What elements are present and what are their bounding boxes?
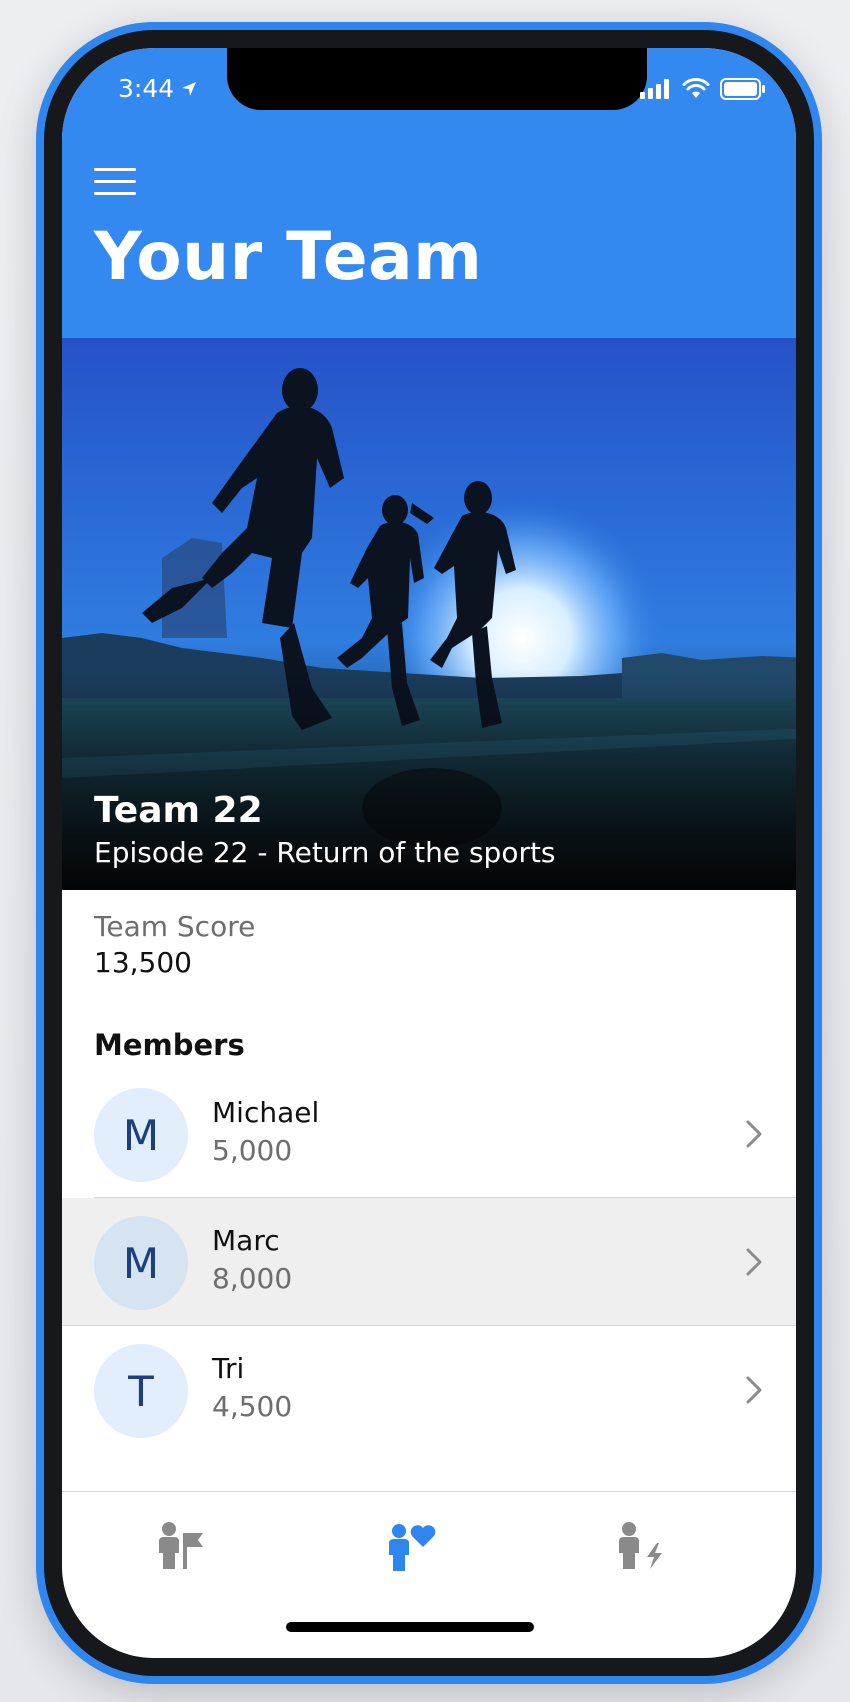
member-row-michael[interactable]: M Michael 5,000 [62,1070,796,1198]
member-name: Tri [212,1352,245,1385]
chevron-right-icon [746,1376,762,1404]
member-name: Michael [212,1096,320,1129]
tab-person-bolt[interactable] [606,1518,676,1574]
member-score: 5,000 [212,1134,293,1167]
screen: 3:44 Your Team Team 22 Episode 22 - Retu… [62,48,796,1658]
chevron-right-icon [746,1120,762,1148]
member-row-marc[interactable]: M Marc 8,000 [62,1198,796,1326]
person-heart-icon [389,1524,436,1571]
member-row-tri[interactable]: T Tri 4,500 [62,1326,796,1454]
person-flag-icon [159,1522,203,1569]
status-icons [640,78,766,100]
member-score: 4,500 [212,1390,293,1423]
chevron-right-icon [746,1248,762,1276]
header: 3:44 Your Team [62,48,796,338]
member-name: Marc [212,1224,280,1257]
wifi-icon [682,78,710,98]
members-heading: Members [94,1028,245,1062]
members-list: M Michael 5,000 M Marc 8,000 T Tri 4,500 [62,1070,796,1454]
phone-frame: 3:44 Your Team Team 22 Episode 22 - Retu… [36,22,822,1684]
team-score-label: Team Score [94,910,256,943]
team-hero-image: Team 22 Episode 22 - Return of the sport… [62,338,796,890]
phone-bezel: 3:44 Your Team Team 22 Episode 22 - Retu… [44,30,814,1676]
team-score-value: 13,500 [94,946,192,979]
stage: 3:44 Your Team Team 22 Episode 22 - Retu… [0,0,850,1702]
tab-person-flag[interactable] [146,1518,216,1574]
person-bolt-icon [619,1522,662,1569]
avatar: M [94,1088,188,1182]
cellular-signal-icon [640,79,669,99]
location-arrow-icon [182,81,197,96]
member-score: 8,000 [212,1262,293,1295]
status-time: 3:44 [118,74,198,103]
hamburger-menu-icon[interactable] [94,166,136,198]
tab-person-heart[interactable] [376,1518,446,1574]
avatar: M [94,1216,188,1310]
page-title: Your Team [94,218,483,295]
team-episode-subtitle: Episode 22 - Return of the sports [94,836,556,869]
status-time-label: 3:44 [118,74,175,103]
tab-bar [62,1491,796,1658]
team-name: Team 22 [94,790,263,831]
battery-icon [720,78,765,100]
avatar: T [94,1344,188,1438]
home-indicator[interactable] [286,1622,534,1632]
notch [227,48,647,110]
